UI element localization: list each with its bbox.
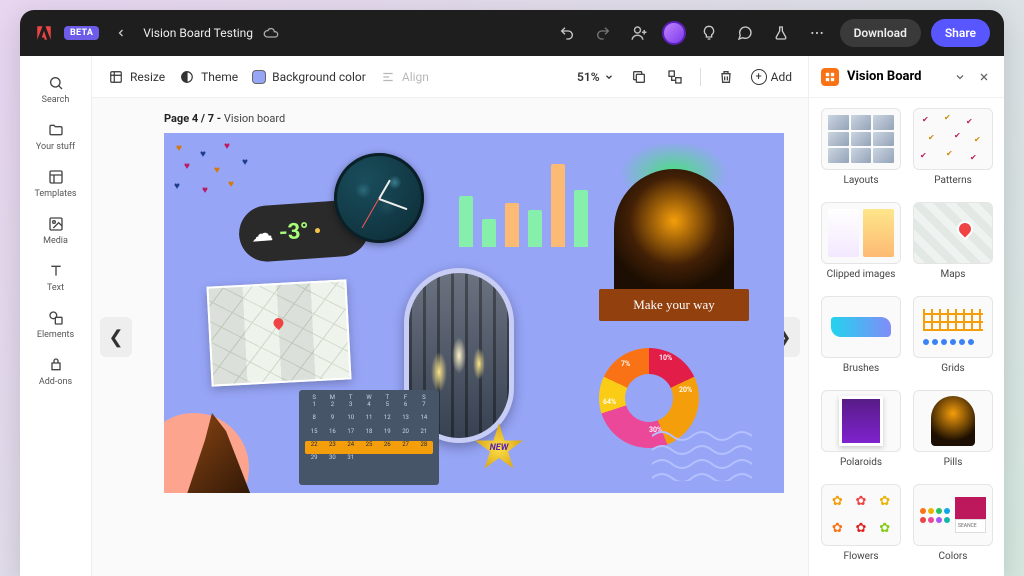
card-colors[interactable]: SEANCEColors bbox=[913, 484, 993, 566]
user-avatar[interactable] bbox=[662, 21, 686, 45]
page-label: Page 4 / 7 - Vision board bbox=[164, 112, 778, 125]
rail-your-stuff[interactable]: Your stuff bbox=[26, 115, 86, 158]
resize-icon bbox=[108, 69, 124, 85]
bgcolor-tool[interactable]: Background color bbox=[252, 70, 366, 84]
card-clipped[interactable]: Clipped images bbox=[821, 202, 901, 284]
card-grids[interactable]: Grids bbox=[913, 296, 993, 378]
folder-icon bbox=[47, 121, 65, 139]
share-button[interactable]: Share bbox=[931, 19, 990, 47]
panel-icon bbox=[821, 68, 839, 86]
card-patterns[interactable]: ✔✔✔✔✔✔✔✔✔Patterns bbox=[913, 108, 993, 190]
text-icon bbox=[47, 262, 65, 280]
templates-icon bbox=[47, 168, 65, 186]
redo-button[interactable] bbox=[590, 20, 616, 46]
rail-search[interactable]: Search bbox=[26, 68, 86, 111]
add-page-button[interactable]: +Add bbox=[751, 69, 792, 85]
card-pills[interactable]: Pills bbox=[913, 390, 993, 472]
card-flowers[interactable]: ✿✿✿✿✿✿Flowers bbox=[821, 484, 901, 566]
rail-elements[interactable]: Elements bbox=[26, 303, 86, 346]
theme-tool[interactable]: Theme bbox=[179, 69, 238, 85]
invite-user-button[interactable] bbox=[626, 20, 652, 46]
comment-button[interactable] bbox=[732, 20, 758, 46]
map-pin-icon bbox=[271, 316, 285, 330]
help-button[interactable] bbox=[696, 20, 722, 46]
panel-collapse-button[interactable] bbox=[952, 69, 968, 85]
card-maps[interactable]: Maps bbox=[913, 202, 993, 284]
theme-icon bbox=[179, 69, 195, 85]
search-icon bbox=[47, 74, 65, 92]
app: BETA Vision Board Testing Download Share… bbox=[20, 10, 1004, 576]
beta-badge: BETA bbox=[64, 26, 99, 40]
panel-title: Vision Board bbox=[847, 69, 944, 84]
more-menu-button[interactable] bbox=[804, 20, 830, 46]
duplicate-button[interactable] bbox=[628, 66, 650, 88]
cloud-icon: ☁ bbox=[250, 221, 274, 247]
doc-title: Vision Board Testing bbox=[143, 26, 253, 40]
rail-media[interactable]: Media bbox=[26, 209, 86, 252]
addons-icon bbox=[47, 356, 65, 374]
card-brushes[interactable]: Brushes bbox=[821, 296, 901, 378]
hearts-pattern[interactable]: ♥♥♥ ♥♥♥ ♥♥♥ bbox=[170, 139, 290, 214]
panel-close-button[interactable] bbox=[976, 69, 992, 85]
main: Resize Theme Background color Align 51% … bbox=[92, 56, 808, 576]
bgcolor-swatch bbox=[252, 70, 266, 84]
rail-text[interactable]: Text bbox=[26, 256, 86, 299]
waves-pattern[interactable] bbox=[652, 426, 762, 481]
download-button[interactable]: Download bbox=[840, 19, 921, 47]
zoom-control[interactable]: 51% bbox=[577, 70, 614, 84]
cloud-sync-icon bbox=[263, 25, 279, 41]
card-polaroids[interactable]: Polaroids bbox=[821, 390, 901, 472]
panel-header: Vision Board bbox=[809, 56, 1004, 98]
canvas-toolbar: Resize Theme Background color Align 51% … bbox=[92, 56, 808, 98]
group-button[interactable] bbox=[664, 66, 686, 88]
undo-button[interactable] bbox=[554, 20, 580, 46]
calendar-widget[interactable]: SMTWTFS 1234567 891011121314 15161718192… bbox=[299, 390, 439, 485]
media-icon bbox=[47, 215, 65, 233]
left-rail: Search Your stuff Templates Media Text E… bbox=[20, 56, 92, 576]
arch-frame[interactable]: Make your way bbox=[599, 151, 749, 321]
rail-templates[interactable]: Templates bbox=[26, 162, 86, 205]
align-icon bbox=[380, 69, 396, 85]
shapes-icon bbox=[47, 309, 65, 327]
labs-button[interactable] bbox=[768, 20, 794, 46]
bar-chart[interactable] bbox=[459, 155, 599, 247]
card-layouts[interactable]: Layouts bbox=[821, 108, 901, 190]
topbar: BETA Vision Board Testing Download Share bbox=[20, 10, 1004, 56]
vision-board-panel: Vision Board Layouts ✔✔✔✔✔✔✔✔✔Patterns C… bbox=[808, 56, 1004, 576]
map-element[interactable] bbox=[206, 279, 351, 386]
adobe-logo-icon bbox=[34, 23, 54, 43]
resize-tool[interactable]: Resize bbox=[108, 69, 165, 85]
prev-page-button[interactable]: ❮ bbox=[100, 317, 132, 357]
panel-grid: Layouts ✔✔✔✔✔✔✔✔✔Patterns Clipped images… bbox=[809, 98, 1004, 576]
canvas[interactable]: ♥♥♥ ♥♥♥ ♥♥♥ ☁-3° Make your way NEW 10% 2… bbox=[164, 133, 784, 493]
align-tool: Align bbox=[380, 69, 429, 85]
delete-button[interactable] bbox=[715, 66, 737, 88]
back-button[interactable] bbox=[109, 21, 133, 45]
clock-widget[interactable] bbox=[334, 153, 424, 243]
canvas-area: ❮ ❯ Page 4 / 7 - Vision board ♥♥♥ ♥♥♥ ♥♥… bbox=[92, 98, 808, 576]
plus-icon: + bbox=[751, 69, 767, 85]
rail-addons[interactable]: Add-ons bbox=[26, 350, 86, 393]
